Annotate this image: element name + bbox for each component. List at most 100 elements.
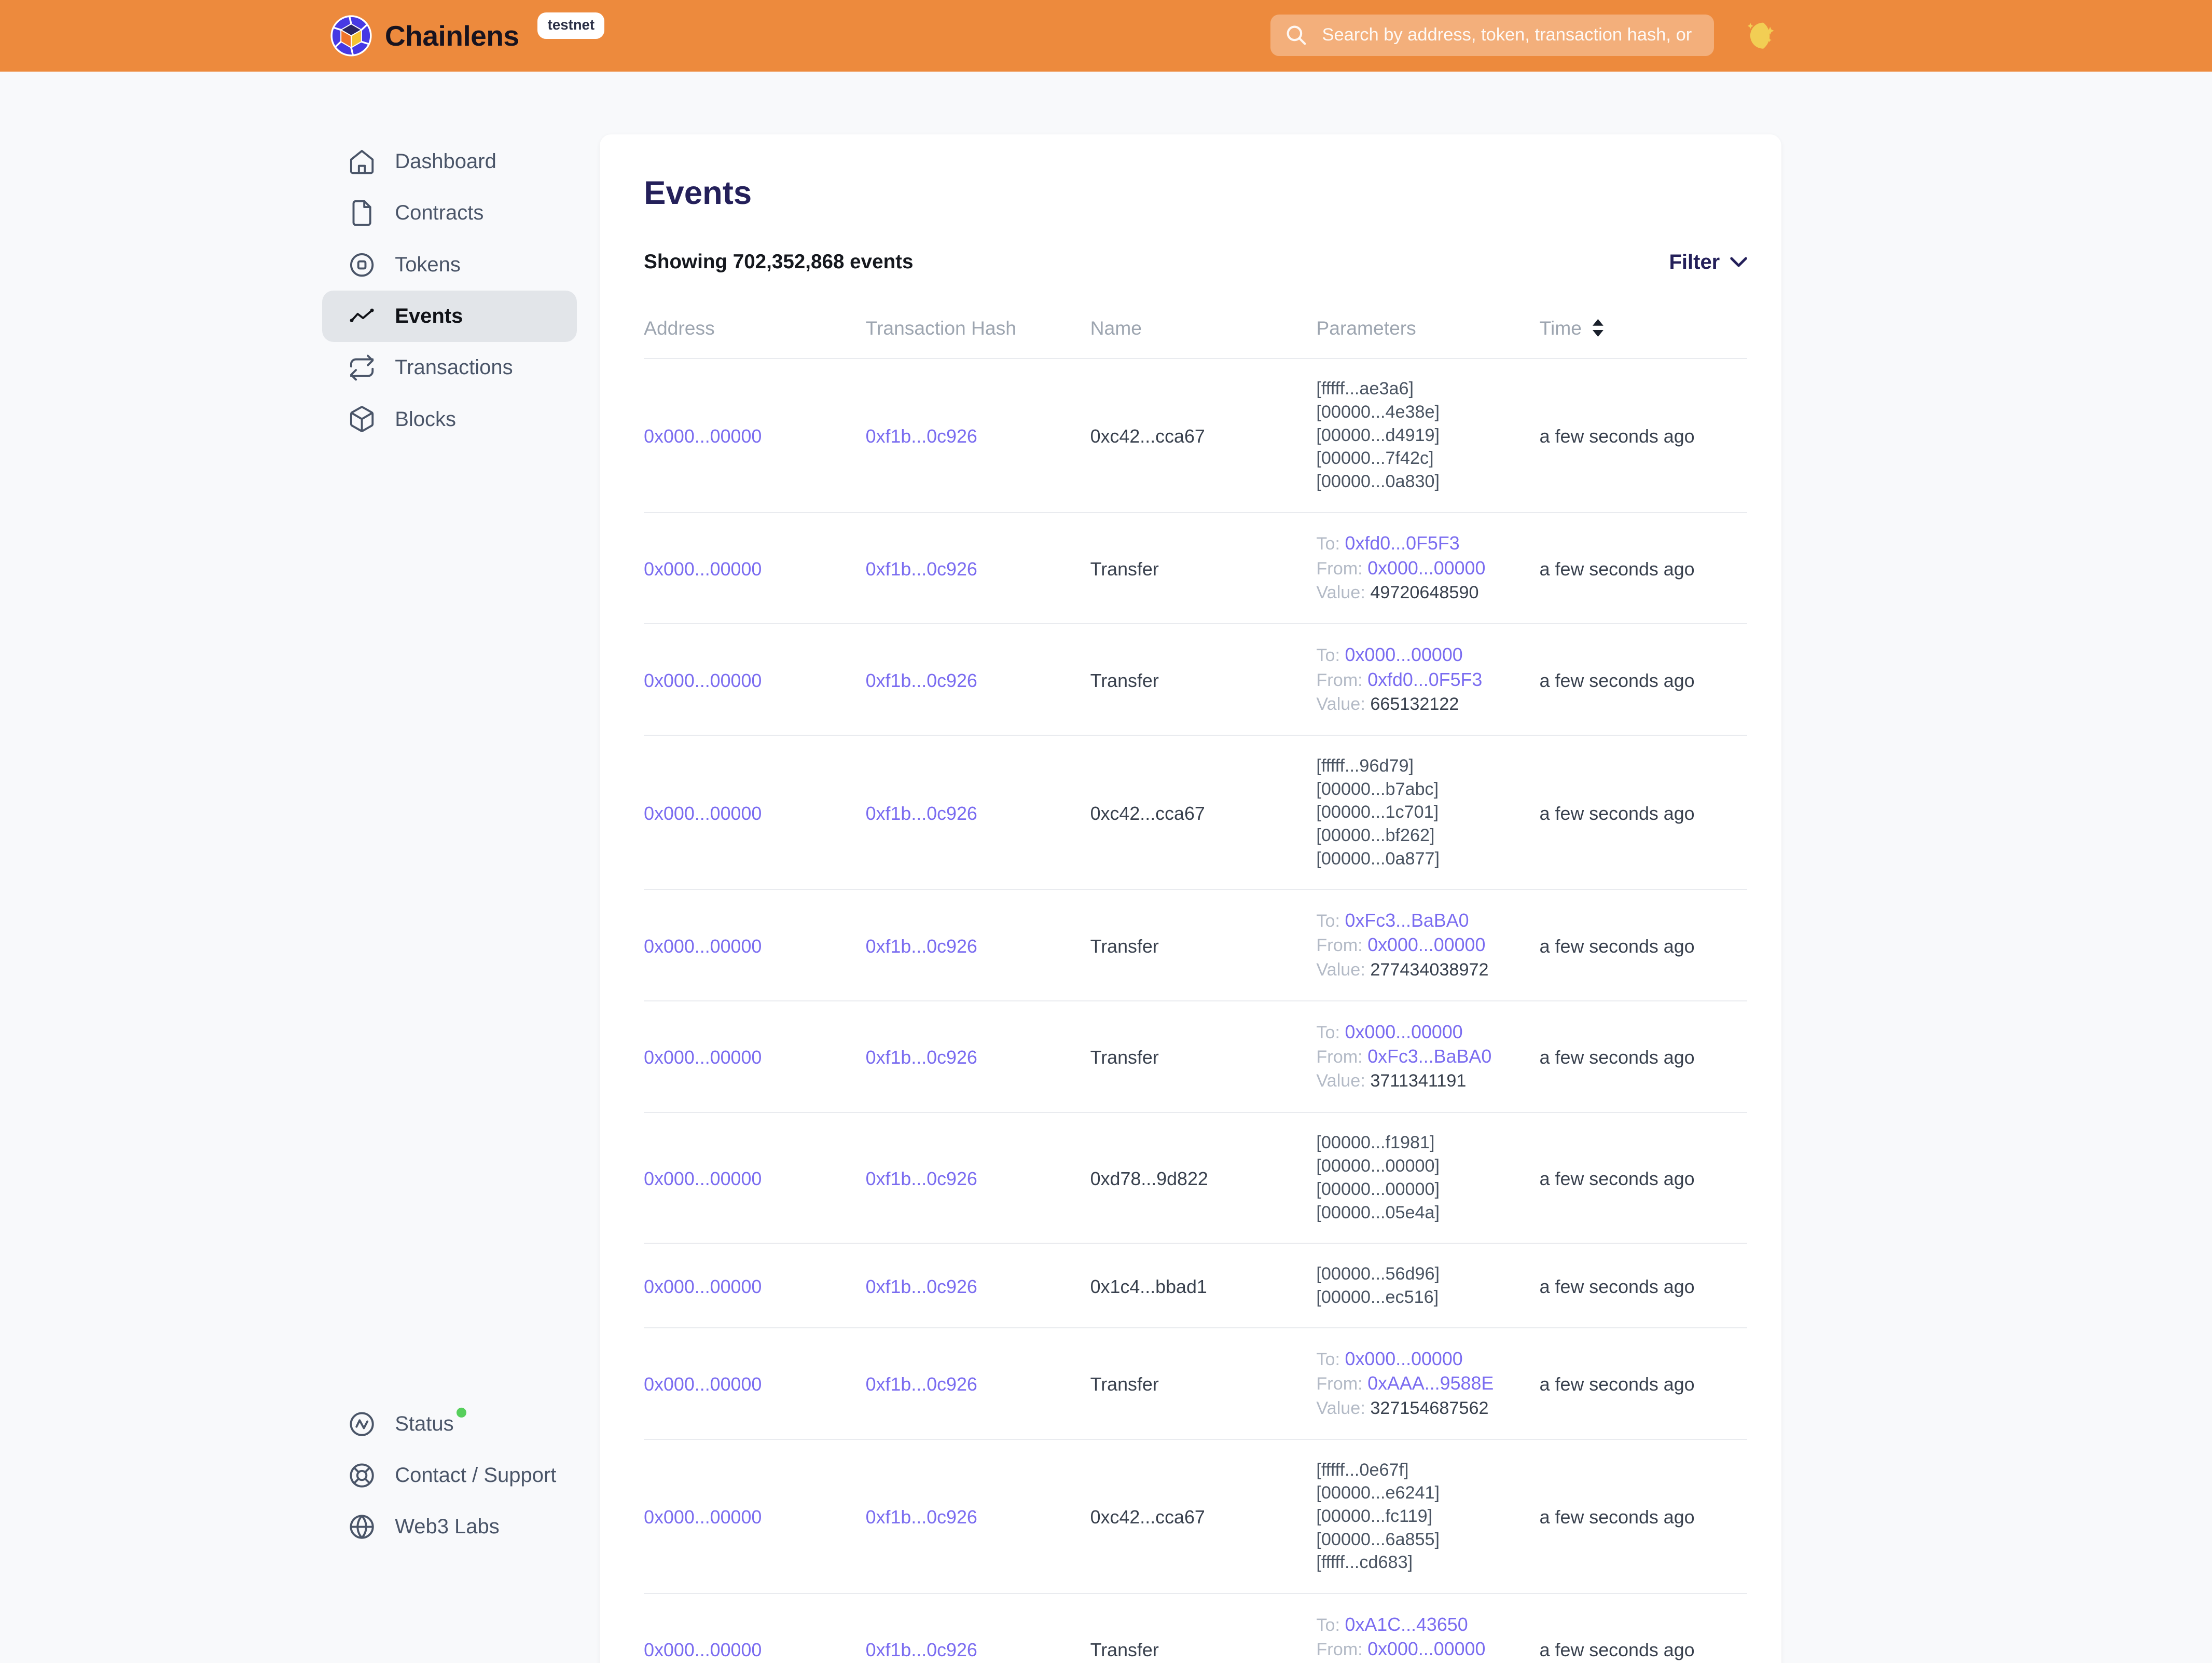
transfer-details: To: 0xfd0...0F5F3 From: 0x000...00000 Va… — [1316, 531, 1539, 604]
tx-hash-link[interactable]: 0xf1b...0c926 — [866, 670, 977, 691]
parameter-line: [00000...bf262] — [1316, 824, 1539, 847]
table-row: 0x000...000000xf1b...0c926Transfer To: 0… — [644, 1001, 1747, 1113]
event-time: a few seconds ago — [1540, 426, 1695, 447]
address-link[interactable]: 0x000...00000 — [644, 426, 762, 447]
address-link[interactable]: 0x000...00000 — [644, 1374, 762, 1395]
address-link[interactable]: 0x000...00000 — [644, 936, 762, 957]
column-header-time[interactable]: Time — [1540, 317, 1747, 339]
parameter-line: [00000...d4919] — [1316, 424, 1539, 447]
parameter-line: [00000...0a877] — [1316, 847, 1539, 871]
event-name: Transfer — [1090, 936, 1159, 957]
transfer-value: 3711341191 — [1370, 1071, 1466, 1091]
to-label: To: — [1316, 1615, 1340, 1635]
transfer-to-link[interactable]: 0xA1C...43650 — [1345, 1614, 1468, 1635]
table-row: 0x000...00000 0xf1b...0c926 Transfer To: 0… — [644, 624, 1747, 736]
time-header-label: Time — [1540, 317, 1582, 339]
sidebar-item-blocks[interactable]: Blocks — [322, 393, 577, 445]
to-label: To: — [1316, 1023, 1340, 1042]
global-search — [1270, 15, 1714, 56]
theme-toggle-button[interactable] — [1744, 19, 1778, 53]
from-label: From: — [1316, 936, 1362, 955]
tx-hash-link[interactable]: 0xf1b...0c926 — [866, 1640, 977, 1660]
transfer-from-link[interactable]: 0xfd0...0F5F3 — [1367, 669, 1482, 690]
column-header-address: Address — [644, 317, 866, 339]
table-row: 0x000...000000xf1b...0c9260xd78...9d822[… — [644, 1113, 1747, 1244]
parameter-line: [00000...6a855] — [1316, 1528, 1539, 1551]
token-icon — [348, 251, 376, 279]
tx-hash-link[interactable]: 0xf1b...0c926 — [866, 1507, 977, 1528]
address-link[interactable]: 0x000...00000 — [644, 559, 762, 580]
tx-hash-link[interactable]: 0xf1b...0c926 — [866, 936, 977, 957]
sidebar-item-label: Status — [395, 1412, 453, 1436]
transfer-value: 665132122 — [1370, 694, 1459, 714]
home-icon — [348, 147, 376, 176]
to-label: To: — [1316, 911, 1340, 931]
address-link[interactable]: 0x000...00000 — [644, 803, 762, 824]
transfer-details: To: 0x000...00000 From: 0xAAA...9588E Va… — [1316, 1347, 1539, 1420]
tx-hash-link[interactable]: 0xf1b...0c926 — [866, 1047, 977, 1068]
sidebar-item-events[interactable]: Events — [322, 291, 577, 342]
event-time: a few seconds ago — [1540, 1507, 1695, 1528]
event-time: a few seconds ago — [1540, 1374, 1695, 1395]
transfer-to-link[interactable]: 0x000...00000 — [1345, 1349, 1463, 1369]
sidebar-item-web3-labs[interactable]: Web3 Labs — [322, 1501, 577, 1552]
transfer-to-link[interactable]: 0xFc3...BaBA0 — [1345, 910, 1469, 931]
parameter-line: [00000...fc119] — [1316, 1505, 1539, 1528]
event-name: Transfer — [1090, 1640, 1159, 1660]
parameter-line: [00000...ec516] — [1316, 1286, 1539, 1309]
globe-icon — [348, 1513, 376, 1541]
transfer-to-link[interactable]: 0x000...00000 — [1345, 1022, 1463, 1042]
address-link[interactable]: 0x000...00000 — [644, 1507, 762, 1528]
transfer-from-link[interactable]: 0xAAA...9588E — [1367, 1373, 1494, 1394]
address-link[interactable]: 0x000...00000 — [644, 1169, 762, 1189]
sort-icon — [1592, 319, 1605, 337]
sidebar-item-label: Blocks — [395, 408, 456, 431]
sidebar-item-contracts[interactable]: Contracts — [322, 187, 577, 239]
tx-hash-link[interactable]: 0xf1b...0c926 — [866, 1374, 977, 1395]
address-link[interactable]: 0x000...00000 — [644, 670, 762, 691]
transfer-from-link[interactable]: 0x000...00000 — [1367, 1639, 1485, 1659]
sidebar-item-label: Events — [395, 305, 463, 328]
parameter-line: [00000...e6241] — [1316, 1481, 1539, 1505]
address-link[interactable]: 0x000...00000 — [644, 1047, 762, 1068]
event-parameters: [fffff...96d79][00000...b7abc][00000...1… — [1316, 754, 1539, 870]
status-icon — [348, 1410, 376, 1438]
to-label: To: — [1316, 534, 1340, 554]
search-icon — [1285, 24, 1308, 47]
search-input[interactable] — [1319, 23, 1700, 47]
moon-icon — [1744, 19, 1778, 52]
transfer-details: To: 0x000...00000 From: 0xfd0...0F5F3 Va… — [1316, 643, 1539, 716]
filter-button[interactable]: Filter — [1669, 251, 1747, 274]
sidebar-item-tokens[interactable]: Tokens — [322, 239, 577, 291]
sidebar-item-contact-support[interactable]: Contact / Support — [322, 1450, 577, 1501]
chainlens-logo-icon — [330, 15, 372, 57]
tx-hash-link[interactable]: 0xf1b...0c926 — [866, 803, 977, 824]
event-time: a few seconds ago — [1540, 670, 1695, 691]
tx-hash-link[interactable]: 0xf1b...0c926 — [866, 559, 977, 580]
sidebar-item-transactions[interactable]: Transactions — [322, 342, 577, 393]
address-link[interactable]: 0x000...00000 — [644, 1640, 762, 1660]
transfer-to-link[interactable]: 0xfd0...0F5F3 — [1345, 533, 1460, 554]
transfer-details: To: 0x000...00000 From: 0xFc3...BaBA0 Va… — [1316, 1020, 1539, 1093]
table-row: 0x000...00000 0xf1b...0c926 0xc42...cca67 [… — [644, 736, 1747, 890]
sidebar-item-dashboard[interactable]: Dashboard — [322, 136, 577, 187]
transfer-to-link[interactable]: 0x000...00000 — [1345, 644, 1463, 665]
parameter-line: [fffff...cd683] — [1316, 1551, 1539, 1574]
parameter-line: [00000...1c701] — [1316, 801, 1539, 824]
address-link[interactable]: 0x000...00000 — [644, 1276, 762, 1297]
tx-hash-link[interactable]: 0xf1b...0c926 — [866, 1169, 977, 1189]
tx-hash-link[interactable]: 0xf1b...0c926 — [866, 1276, 977, 1297]
parameter-line: [00000...f1981] — [1316, 1131, 1539, 1155]
value-label: Value: — [1316, 1398, 1365, 1418]
tx-hash-link[interactable]: 0xf1b...0c926 — [866, 426, 977, 447]
transfer-from-link[interactable]: 0x000...00000 — [1367, 934, 1485, 955]
event-name: Transfer — [1090, 670, 1159, 691]
sidebar-item-status[interactable]: Status — [322, 1398, 577, 1450]
chainlens-explorer-app: Chainlens testnet DashboardContr — [0, 0, 2212, 1663]
transfer-from-link[interactable]: 0xFc3...BaBA0 — [1367, 1046, 1491, 1067]
column-header-transaction-hash: Transaction Hash — [866, 317, 1090, 339]
event-name: 0xc42...cca67 — [1090, 803, 1205, 824]
table-row: 0x000...000000xf1b...0c926Transfer To: 0… — [644, 1328, 1747, 1440]
transfer-from-link[interactable]: 0x000...00000 — [1367, 558, 1485, 579]
brand[interactable]: Chainlens testnet — [330, 0, 604, 72]
